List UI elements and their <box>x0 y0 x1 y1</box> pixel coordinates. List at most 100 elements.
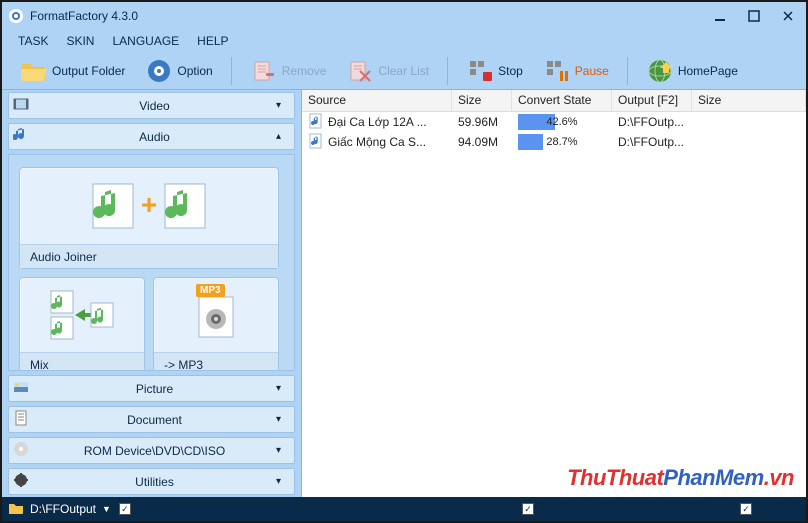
stop-button[interactable]: Stop <box>458 55 531 87</box>
clear-list-button[interactable]: Clear List <box>338 55 437 87</box>
cell-source: Đại Ca Lớp 12A ... <box>328 115 427 129</box>
sidebar: Video ▾ Audio ▴ + <box>2 90 302 497</box>
category-video[interactable]: Video ▾ <box>8 92 295 119</box>
status-check-3[interactable]: ✓ <box>740 503 752 515</box>
table-header: Source Size Convert State Output [F2] Si… <box>302 90 806 112</box>
progress-bar: 28.7% <box>518 134 606 150</box>
category-utilities-label: Utilities <box>33 475 276 489</box>
chevron-down-icon: ▾ <box>276 476 294 487</box>
chevron-down-icon: ▾ <box>276 414 294 425</box>
folder-icon <box>20 57 48 85</box>
pause-button[interactable]: Pause <box>535 55 617 87</box>
category-audio[interactable]: Audio ▴ <box>8 123 295 150</box>
svg-text:+: + <box>141 189 157 220</box>
remove-button[interactable]: Remove <box>242 55 335 87</box>
th-size[interactable]: Size <box>452 90 512 111</box>
toolbar-separator <box>447 57 448 85</box>
music-file-icon <box>308 113 324 132</box>
tile-to-mp3[interactable]: MP3 -> MP3 <box>153 277 279 371</box>
tile-mix[interactable]: Mix <box>19 277 145 371</box>
folder-icon <box>8 500 24 519</box>
tile-audio-joiner-label: Audio Joiner <box>20 244 278 268</box>
maximize-button[interactable] <box>746 8 762 24</box>
video-icon <box>9 96 33 115</box>
cell-output: D:\FFOutp... <box>612 115 692 129</box>
pause-icon <box>543 57 571 85</box>
mix-icon <box>20 278 144 352</box>
output-folder-label: Output Folder <box>52 64 125 78</box>
category-document-label: Document <box>33 413 276 427</box>
category-document[interactable]: Document ▾ <box>8 406 295 433</box>
watermark: ThuThuatPhanMem.vn <box>567 465 794 491</box>
statusbar: D:\FFOutput ▼ ✓ ✓ ✓ <box>2 497 806 521</box>
remove-label: Remove <box>282 64 327 78</box>
document-icon <box>9 410 33 429</box>
cell-output: D:\FFOutp... <box>612 135 692 149</box>
menu-skin[interactable]: SKIN <box>66 34 94 48</box>
category-audio-label: Audio <box>33 130 276 144</box>
utilities-icon <box>9 472 33 491</box>
category-video-label: Video <box>33 99 276 113</box>
chevron-down-icon: ▾ <box>276 445 294 456</box>
globe-icon <box>646 57 674 85</box>
homepage-label: HomePage <box>678 64 738 78</box>
music-file-icon <box>308 133 324 152</box>
status-path[interactable]: D:\FFOutput <box>30 502 96 516</box>
remove-icon <box>250 57 278 85</box>
picture-icon <box>9 379 33 398</box>
category-utilities[interactable]: Utilities ▾ <box>8 468 295 495</box>
table-body: Đại Ca Lớp 12A ... 59.96M 42.6% D:\FFOutp..… <box>302 112 806 152</box>
output-folder-button[interactable]: Output Folder <box>12 55 133 87</box>
audio-joiner-icon: + <box>20 168 278 244</box>
option-button[interactable]: Option <box>137 55 220 87</box>
progress-bar: 42.6% <box>518 114 606 130</box>
th-convert-state[interactable]: Convert State <box>512 90 612 111</box>
menu-task[interactable]: TASK <box>18 34 48 48</box>
queue-panel: Source Size Convert State Output [F2] Si… <box>302 90 806 497</box>
app-icon <box>8 8 24 24</box>
menu-help[interactable]: HELP <box>197 34 228 48</box>
menubar: TASK SKIN LANGUAGE HELP <box>2 30 806 52</box>
th-size2[interactable]: Size <box>692 90 806 111</box>
chevron-down-icon: ▾ <box>276 383 294 394</box>
stop-label: Stop <box>498 64 523 78</box>
disc-icon <box>9 441 33 460</box>
audio-panel: + Audio Joiner <box>8 154 295 371</box>
toolbar: Output Folder Option Remove Clear List <box>2 52 806 90</box>
audio-icon <box>9 127 33 146</box>
category-picture[interactable]: Picture ▾ <box>8 375 295 402</box>
tile-audio-joiner[interactable]: + Audio Joiner <box>19 167 279 269</box>
status-check-2[interactable]: ✓ <box>522 503 534 515</box>
mp3-icon: MP3 <box>154 278 278 352</box>
tile-mix-label: Mix <box>20 352 144 371</box>
close-button[interactable] <box>780 8 796 24</box>
category-rom-label: ROM Device\DVD\CD\ISO <box>33 444 276 458</box>
status-check-1[interactable]: ✓ <box>119 503 131 515</box>
category-picture-label: Picture <box>33 382 276 396</box>
cell-source: Giấc Mộng Ca S... <box>328 135 426 149</box>
table-row[interactable]: Giấc Mộng Ca S... 94.09M 28.7% D:\FFOutp... <box>302 132 806 152</box>
table-row[interactable]: Đại Ca Lớp 12A ... 59.96M 42.6% D:\FFOutp..… <box>302 112 806 132</box>
th-source[interactable]: Source <box>302 90 452 111</box>
chevron-down-icon[interactable]: ▼ <box>102 504 111 514</box>
chevron-up-icon: ▴ <box>276 131 294 142</box>
gear-icon <box>145 57 173 85</box>
tile-to-mp3-label: -> MP3 <box>154 352 278 371</box>
option-label: Option <box>177 64 212 78</box>
toolbar-separator <box>627 57 628 85</box>
pause-label: Pause <box>575 64 609 78</box>
category-rom[interactable]: ROM Device\DVD\CD\ISO ▾ <box>8 437 295 464</box>
th-output[interactable]: Output [F2] <box>612 90 692 111</box>
stop-icon <box>466 57 494 85</box>
cell-size: 59.96M <box>452 115 512 129</box>
clear-icon <box>346 57 374 85</box>
homepage-button[interactable]: HomePage <box>638 55 746 87</box>
clear-list-label: Clear List <box>378 64 429 78</box>
minimize-button[interactable] <box>712 8 728 24</box>
toolbar-separator <box>231 57 232 85</box>
titlebar: FormatFactory 4.3.0 <box>2 2 806 30</box>
menu-language[interactable]: LANGUAGE <box>112 34 179 48</box>
mp3-badge: MP3 <box>196 284 225 297</box>
cell-size: 94.09M <box>452 135 512 149</box>
chevron-down-icon: ▾ <box>276 100 294 111</box>
